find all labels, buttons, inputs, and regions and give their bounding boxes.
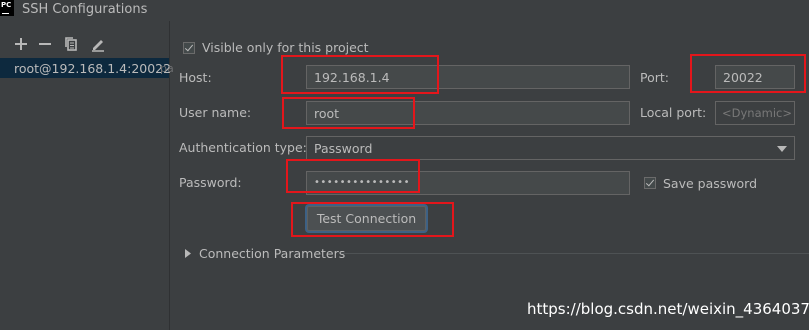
auth-type-label: Authentication type: bbox=[179, 140, 307, 155]
chevron-down-icon bbox=[777, 146, 787, 152]
save-password-checkbox[interactable] bbox=[644, 177, 656, 189]
highlight-host bbox=[281, 55, 439, 94]
highlight-password bbox=[286, 159, 420, 193]
visible-only-label: Visible only for this project bbox=[202, 40, 369, 55]
expand-arrow-icon[interactable] bbox=[185, 249, 191, 258]
ssh-config-suffix: pa bbox=[160, 62, 174, 75]
watermark-url: https://blog.csdn.net/weixin_43640375 bbox=[527, 300, 809, 318]
title-bar: PC SSH Configurations bbox=[0, 0, 809, 21]
edit-pencil-icon[interactable] bbox=[89, 35, 107, 53]
visible-only-checkbox[interactable] bbox=[183, 42, 195, 54]
local-port-label: Local port: bbox=[640, 105, 707, 120]
local-port-field[interactable]: <Dynamic> bbox=[715, 101, 795, 125]
remove-icon[interactable] bbox=[36, 35, 54, 53]
save-password-label: Save password bbox=[663, 176, 758, 191]
pycharm-app-icon: PC bbox=[0, 0, 14, 16]
username-label: User name: bbox=[179, 105, 252, 120]
port-label: Port: bbox=[640, 70, 669, 85]
copy-icon[interactable] bbox=[62, 35, 80, 53]
highlight-test-connection bbox=[291, 202, 454, 237]
list-item[interactable]: root@192.168.1.4:20022 pa bbox=[0, 58, 174, 78]
password-label: Password: bbox=[179, 175, 242, 190]
highlight-username bbox=[282, 97, 415, 129]
host-label: Host: bbox=[179, 70, 212, 85]
highlight-port bbox=[690, 54, 806, 93]
window-title: SSH Configurations bbox=[22, 2, 148, 17]
ssh-config-label: root@192.168.1.4:20022 bbox=[14, 61, 172, 76]
connection-parameters-label[interactable]: Connection Parameters bbox=[199, 246, 345, 261]
section-divider bbox=[342, 253, 809, 254]
auth-type-dropdown[interactable]: Password bbox=[306, 136, 795, 160]
configurations-sidebar: root@192.168.1.4:20022 pa bbox=[0, 21, 174, 330]
add-icon[interactable] bbox=[12, 35, 30, 53]
